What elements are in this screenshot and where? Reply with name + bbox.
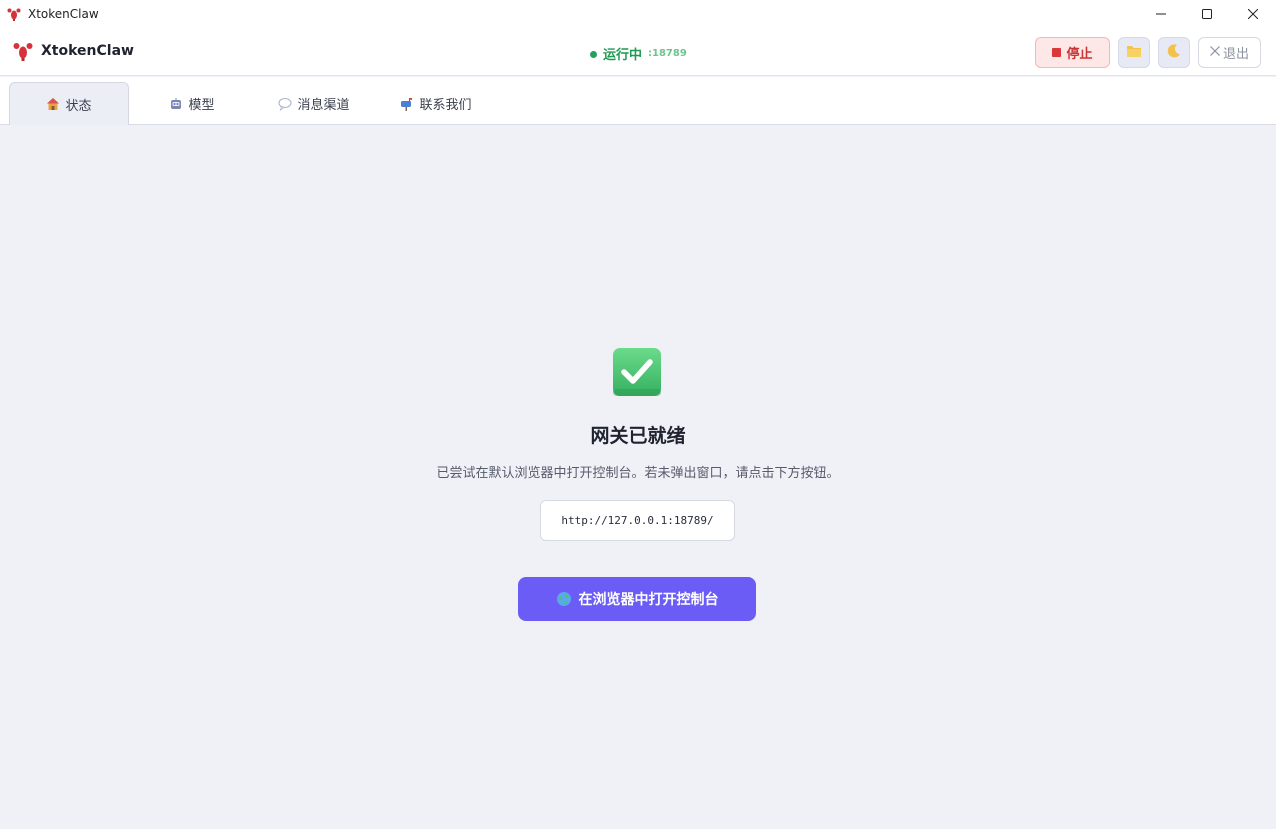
window-controls [1138,0,1276,28]
open-console-button-label: 在浏览器中打开控制台 [578,592,719,608]
folder-icon [1126,44,1142,62]
speech-bubble-icon [278,97,292,111]
tab-model[interactable]: 模型 [132,82,252,125]
tab-status[interactable]: 状态 [9,82,129,125]
exit-button[interactable]: 退出 [1198,37,1261,68]
minimize-icon[interactable] [1138,0,1184,28]
close-icon [1210,45,1220,60]
app-header: XtokenClaw 运行中 :18789 停止 退出 [0,28,1276,76]
brand: XtokenClaw [13,41,134,61]
console-url[interactable]: http://127.0.0.1:18789/ [540,500,735,541]
check-mark-icon [612,347,662,397]
tab-contact[interactable]: 联系我们 [376,82,496,125]
status-dot [590,51,597,58]
tab-channels-label: 消息渠道 [297,98,350,113]
tab-model-label: 模型 [188,98,215,113]
exit-button-label: 退出 [1222,47,1249,62]
open-console-button[interactable]: 在浏览器中打开控制台 [518,577,756,621]
robot-icon [169,97,183,111]
house-icon [46,97,60,111]
open-folder-button[interactable] [1118,37,1150,68]
lobster-icon [6,6,22,22]
gateway-status: 运行中 :18789 [590,44,687,63]
theme-toggle-button[interactable] [1158,37,1190,68]
status-panel: 网关已就绪 已尝试在默认浏览器中打开控制台。若未弹出窗口，请点击下方按钮。 ht… [0,125,1276,829]
tab-contact-label: 联系我们 [419,98,472,113]
mailbox-icon [400,97,414,111]
close-icon[interactable] [1230,0,1276,28]
page-title: 网关已就绪 [590,425,686,447]
status-description: 已尝试在默认浏览器中打开控制台。若未弹出窗口，请点击下方按钮。 [436,466,840,481]
status-label: 运行中 [603,48,643,63]
tab-channels[interactable]: 消息渠道 [254,82,374,125]
tab-status-label: 状态 [65,98,92,114]
stop-icon [1052,48,1062,57]
stop-button[interactable]: 停止 [1035,37,1110,68]
moon-icon [1166,43,1182,63]
window-title: XtokenClaw [28,7,99,21]
brand-name: XtokenClaw [41,43,134,59]
status-port: :18789 [648,48,687,59]
globe-icon [556,591,572,607]
window-titlebar: XtokenClaw [0,0,1276,28]
maximize-icon[interactable] [1184,0,1230,28]
lobster-icon [13,41,33,61]
stop-button-label: 停止 [1066,47,1093,62]
tab-bar: 状态 模型 消息渠道 联系我们 [0,77,1276,125]
